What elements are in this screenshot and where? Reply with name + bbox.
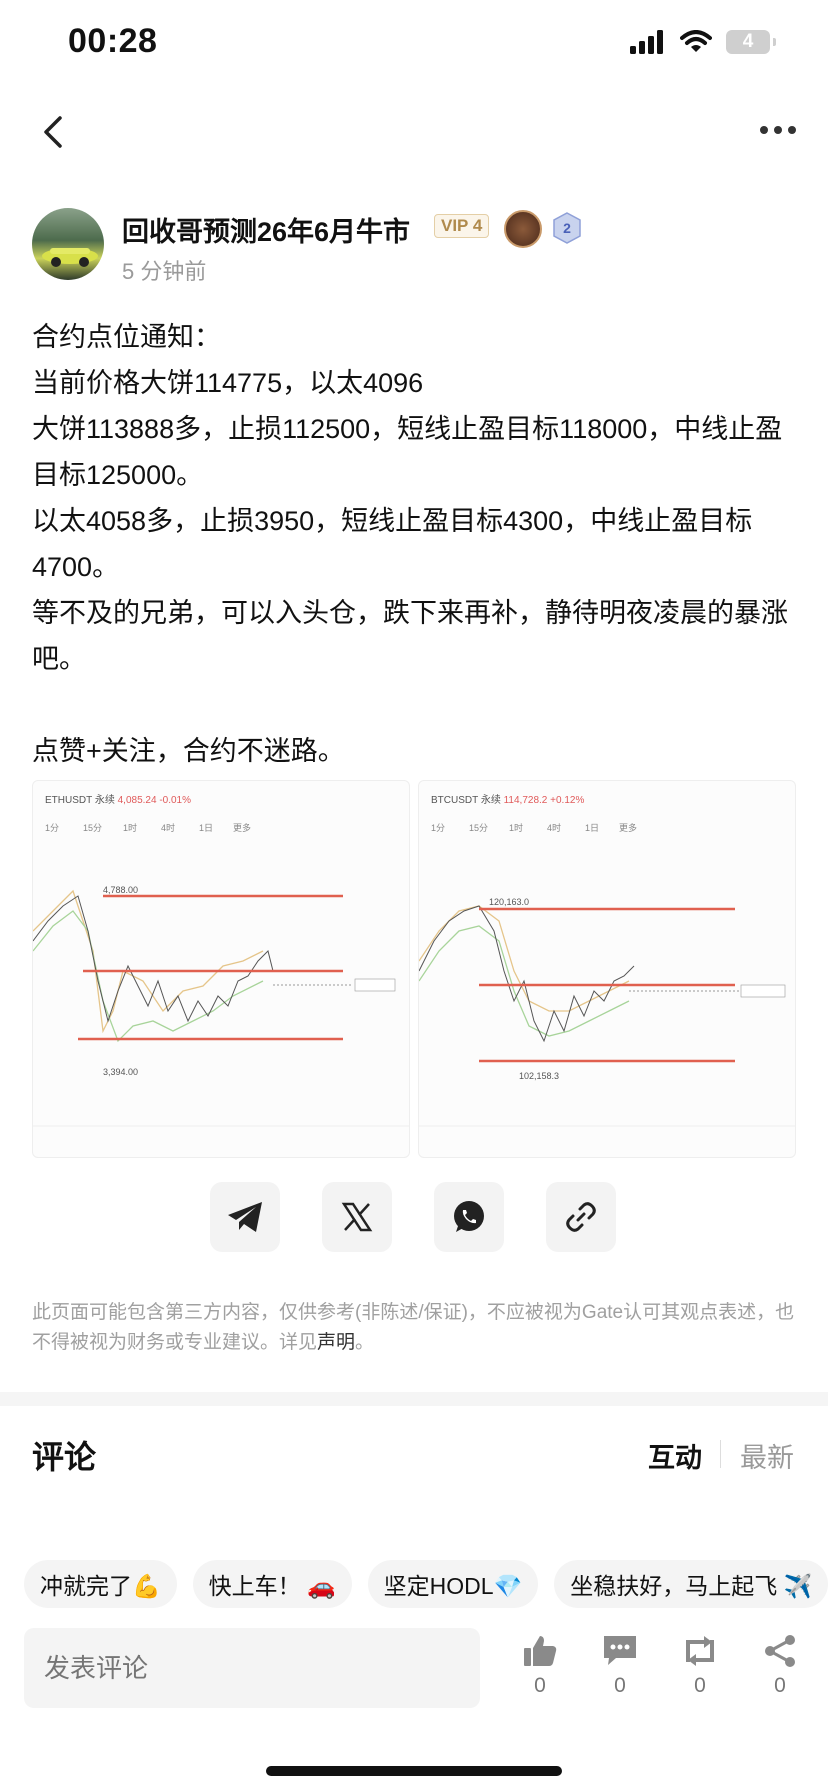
eth-price-chart: 1分 15分 1时 4时 1日 更多 3,394.00 4,788.00 [33,822,409,1127]
btc-chart-image[interactable]: BTCUSDT 永续 114,728.2 +0.12% 1分 15分 1时 4时… [418,780,796,1158]
author-name[interactable]: 回收哥预测26年6月牛市 [122,210,410,249]
share-count: 0 [774,1674,786,1697]
comments-title: 评论 [32,1439,97,1475]
like-button[interactable]: 0 [510,1634,570,1698]
disclaimer-end: 。 [355,1332,375,1353]
chart-tab: 1时 [509,822,523,833]
quick-reply-chip[interactable]: 坚定HODL💎 [367,1560,539,1608]
chart-tab: 1分 [431,823,445,833]
comment-input[interactable] [24,1628,480,1708]
thumbs-up-icon [524,1636,557,1666]
section-divider [0,1392,828,1406]
chart-tab: 15分 [83,823,102,833]
wifi-icon [680,30,712,52]
back-icon[interactable] [34,112,74,152]
disclaimer: 此页面可能包含第三方内容，仅供参考(非陈述/保证)，不应被视为Gate认可其观点… [32,1298,802,1358]
post-line: 等不及的兄弟，可以入头仓，跌下来再补，静待明夜凌晨的暴涨吧。 [32,598,788,674]
level-badge-number: 2 [563,220,571,236]
signal-icon [630,30,663,54]
chart-tab: 更多 [233,822,251,833]
eth-chart-image[interactable]: ETHUSDT 永续 4,085.24 -0.01% 1分 15分 1时 4时 … [32,780,410,1158]
chart-tab: 4时 [161,822,175,833]
post-line: 当前价格大饼114775，以太4096 [32,368,424,398]
quick-reply-chip[interactable]: 快上车！ 🚗 [192,1560,352,1608]
comment-icon [604,1636,636,1665]
share-button[interactable]: 0 [750,1634,810,1698]
post-content: 合约点位通知： 当前价格大饼114775，以太4096 大饼113888多，止损… [32,314,802,774]
share-x-button[interactable] [322,1182,392,1252]
chart-low-label: 102,158.3 [519,1071,559,1081]
avatar-car-image [42,248,98,267]
x-icon [341,1202,373,1232]
chart-high-label: 120,163.0 [489,897,529,907]
chart-tab: 4时 [547,822,561,833]
chart-tab: 1分 [45,823,59,833]
quick-reply-chips: 冲就完了💪 快上车！ 🚗 坚定HODL💎 坐稳扶好，马上起飞 ✈️ [24,1560,828,1608]
repost-button[interactable]: 0 [670,1634,730,1698]
repost-count: 0 [694,1674,706,1697]
tab-separator [720,1440,721,1468]
post-time: 5 分钟前 [122,259,207,284]
vip-badge: VIP 4 [434,214,490,238]
quick-reply-chip[interactable]: 坐稳扶好，马上起飞 ✈️ [554,1560,828,1608]
post-line: 点赞+关注，合约不迷路。 [32,736,345,766]
more-icon[interactable] [758,120,798,140]
share-link-button[interactable] [546,1182,616,1252]
share-icon [765,1635,795,1667]
telegram-icon [228,1202,262,1232]
post-line: 大饼113888多，止损112500，短线止盈目标118000，中线止盈目标12… [32,414,783,490]
post-line: 以太4058多，止损3950，短线止盈目标4300，中线止盈目标4700。 [32,506,753,582]
statement-link[interactable]: 声明 [317,1332,355,1353]
share-whatsapp-button[interactable] [434,1182,504,1252]
like-count: 0 [534,1674,546,1697]
chart-low-label: 3,394.00 [103,1067,138,1077]
whatsapp-icon [454,1201,484,1232]
chart-tab: 1日 [585,823,599,833]
share-telegram-button[interactable] [210,1182,280,1252]
home-indicator [266,1766,562,1776]
status-time: 00:28 [68,22,158,60]
chart-tab: 1时 [123,822,137,833]
comment-button[interactable]: 0 [590,1634,650,1698]
avatar[interactable] [32,208,104,280]
quick-reply-chip[interactable]: 冲就完了💪 [24,1560,177,1608]
chart-tab: 1日 [199,823,213,833]
chart-tab: 更多 [619,822,637,833]
post-line: 合约点位通知： [32,322,221,352]
repost-icon [686,1636,714,1666]
post-line [32,682,802,728]
chart-high-label: 4,788.00 [103,885,138,895]
link-icon [566,1202,596,1232]
tab-latest[interactable]: 最新 [740,1436,794,1475]
disclaimer-text: 此页面可能包含第三方内容，仅供参考(非陈述/保证)，不应被视为Gate认可其观点… [32,1302,795,1353]
medal-icon [504,210,542,248]
battery-icon: 4 [726,30,776,54]
btc-price-chart: 1分 15分 1时 4时 1日 更多 102,158.3 120,163.0 [419,822,795,1127]
level-badge-icon: 2 [553,212,581,244]
status-icons: 4 [630,30,776,54]
chart-tab: 15分 [469,823,488,833]
comment-count: 0 [614,1674,626,1697]
tab-interactive[interactable]: 互动 [648,1436,702,1475]
